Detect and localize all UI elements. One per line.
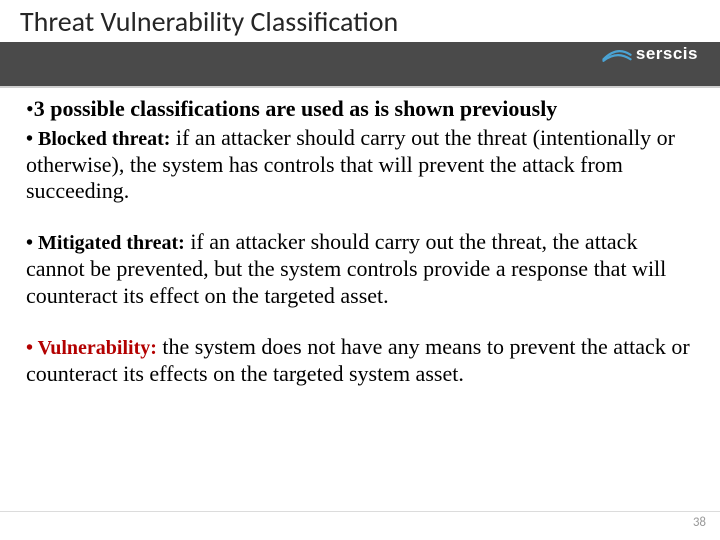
spacer <box>26 310 690 334</box>
footer-divider <box>0 511 720 512</box>
slide: Threat Vulnerability Classification sers… <box>0 0 720 540</box>
spacer <box>26 205 690 229</box>
serscis-swoosh-icon <box>602 44 632 64</box>
page-number: 38 <box>693 515 706 530</box>
intro-line: •3 possible classifications are used as … <box>26 96 690 123</box>
intro-marker: • <box>26 96 34 121</box>
bullet-label: • Vulnerability: <box>26 337 157 359</box>
bullet-blocked: • Blocked threat: if an attacker should … <box>26 125 690 205</box>
brand-logo: serscis <box>602 44 698 64</box>
brand-logo-text: serscis <box>636 44 698 64</box>
header-divider <box>0 86 720 88</box>
title-area: Threat Vulnerability Classification <box>0 0 720 42</box>
intro-text: 3 possible classifications are used as i… <box>34 96 558 121</box>
bullet-vulnerability: • Vulnerability: the system does not hav… <box>26 334 690 388</box>
slide-title: Threat Vulnerability Classification <box>0 0 720 39</box>
bullet-label: • Mitigated threat: <box>26 232 185 254</box>
bullet-mitigated: • Mitigated threat: if an attacker shoul… <box>26 229 690 309</box>
slide-content: •3 possible classifications are used as … <box>26 96 690 387</box>
bullet-label: • Blocked threat: <box>26 128 170 150</box>
